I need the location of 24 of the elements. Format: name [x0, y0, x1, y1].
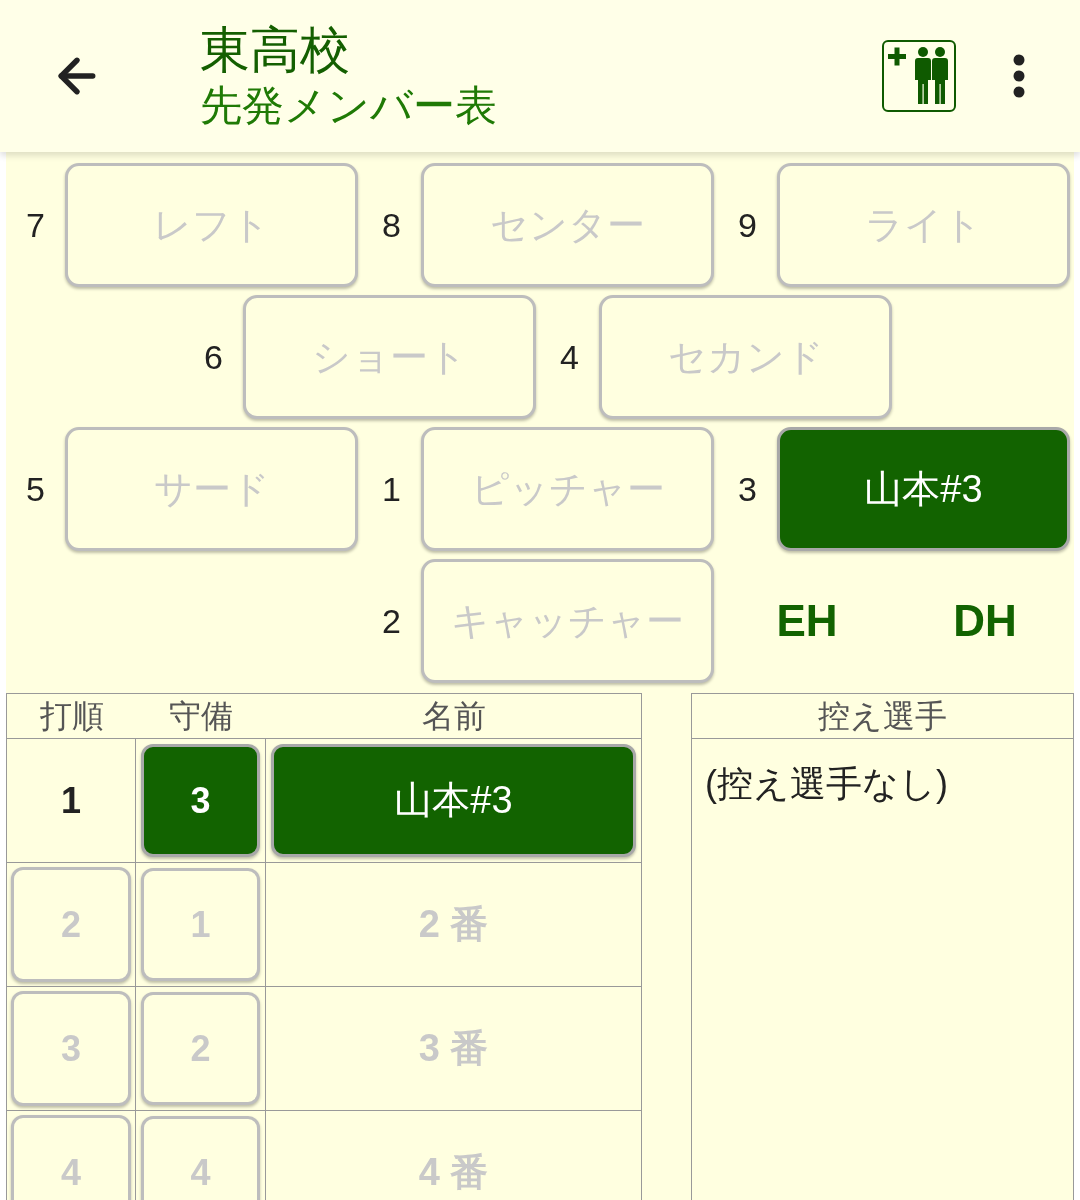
option-button[interactable]: EH	[718, 588, 896, 654]
column-header: 名前	[420, 697, 487, 736]
batting-order: 1	[61, 778, 81, 823]
reserves-header: 控え選手	[692, 694, 1073, 739]
column-header: 打順	[38, 697, 105, 736]
position-number: 4	[559, 336, 580, 378]
position-number: 5	[25, 468, 46, 510]
position-number: 9	[737, 204, 758, 246]
page-subtitle: 先発メンバー表	[200, 81, 497, 131]
page-title: 東高校	[200, 21, 351, 80]
position-number: 7	[25, 204, 46, 246]
position-button[interactable]: 山本#3	[777, 427, 1070, 551]
position-number: 1	[381, 468, 402, 510]
menu-dots-icon	[1013, 54, 1025, 98]
position-number: 3	[737, 468, 758, 510]
column-header: 守備	[168, 697, 234, 736]
position-button[interactable]: 3	[141, 744, 260, 857]
player-name-button[interactable]: 山本#3	[271, 744, 636, 857]
no-reserves-text: (控え選手なし)	[705, 762, 949, 806]
position-number: 2	[381, 600, 402, 642]
position-number: 8	[381, 204, 402, 246]
add-players-icon[interactable]	[882, 40, 956, 112]
option-button[interactable]: DH	[896, 588, 1074, 654]
position-number: 6	[203, 336, 224, 378]
